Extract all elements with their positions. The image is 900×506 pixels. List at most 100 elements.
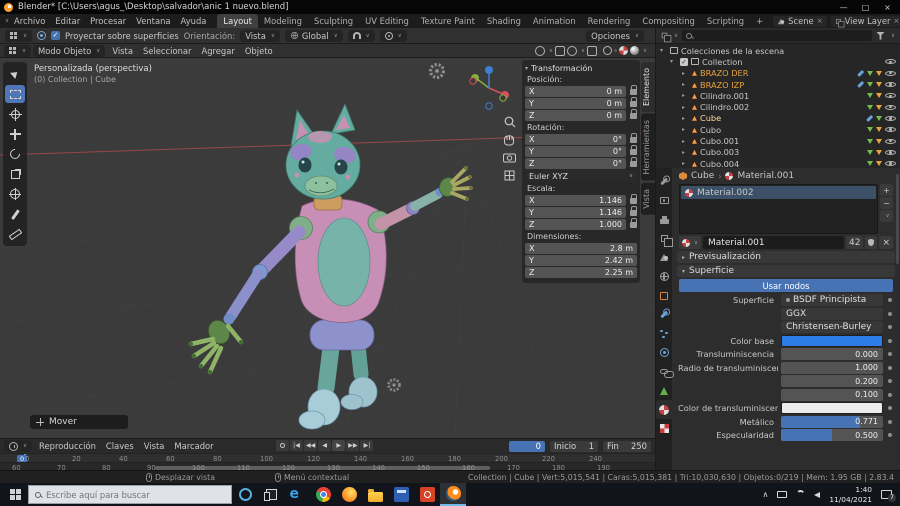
rotation-y-field[interactable]: Y 0° bbox=[525, 146, 626, 157]
animate-dot[interactable] bbox=[886, 325, 894, 329]
navigation-gizmo[interactable] bbox=[469, 66, 509, 110]
object-name[interactable]: Cubo.001 bbox=[700, 136, 739, 146]
subsurface-radius-g-field[interactable]: 0.200 bbox=[781, 375, 883, 388]
outliner-root-row[interactable]: ▾ Colecciones de la escena bbox=[656, 45, 900, 56]
lock-icon[interactable] bbox=[630, 109, 637, 119]
shading-material-button[interactable] bbox=[618, 46, 628, 55]
frame-start-field[interactable]: Inicio 1 bbox=[550, 440, 598, 452]
disclosure-triangle-icon[interactable]: ▸ bbox=[682, 149, 689, 156]
outliner-object-row[interactable]: ▸ ▲ Cubo.004 bbox=[656, 158, 900, 168]
visibility-eye-icon[interactable] bbox=[885, 57, 896, 67]
visibility-eye-icon[interactable] bbox=[885, 91, 896, 101]
tab-material[interactable] bbox=[656, 400, 672, 419]
measure-tool-button[interactable] bbox=[5, 225, 25, 243]
tab-modifiers[interactable] bbox=[656, 305, 672, 324]
topbar-menu-item[interactable]: Ayuda bbox=[176, 16, 212, 26]
shading-wireframe-button[interactable] bbox=[602, 46, 612, 55]
file-explorer-button[interactable] bbox=[362, 483, 388, 506]
material-slot-list[interactable]: Material.002 bbox=[679, 184, 878, 234]
metallic-slider[interactable]: 0.771 bbox=[781, 415, 883, 428]
topbar-menu-item[interactable]: Procesar bbox=[85, 16, 131, 26]
animate-dot[interactable] bbox=[886, 312, 894, 316]
subsurface-radius-b-field[interactable]: 0.100 bbox=[781, 388, 883, 401]
scale-x-field[interactable]: X 1.146 bbox=[525, 195, 626, 206]
disclosure-triangle-icon[interactable]: ▸ bbox=[682, 138, 689, 145]
blender-app-button[interactable] bbox=[440, 483, 466, 506]
lock-icon[interactable] bbox=[630, 133, 637, 143]
active-tool-hint[interactable]: Mover bbox=[30, 415, 128, 429]
jump-to-end-button[interactable]: ▶| bbox=[360, 440, 374, 451]
play-button[interactable]: ▶ bbox=[332, 440, 346, 451]
sidebar-tab-elemento[interactable]: Elemento bbox=[641, 62, 655, 113]
base-color-swatch[interactable] bbox=[781, 334, 883, 347]
gear-object-top[interactable] bbox=[429, 63, 445, 79]
perspective-toggle-gizmo[interactable] bbox=[504, 170, 515, 181]
timeline-menu-item[interactable]: Vista bbox=[139, 441, 170, 451]
show-gizmo-icon[interactable] bbox=[554, 45, 565, 56]
select-tweak-tool-button[interactable] bbox=[5, 65, 25, 83]
auto-keyframe-button[interactable] bbox=[276, 440, 289, 451]
filter-funnel-icon[interactable] bbox=[875, 31, 885, 40]
subsurface-method-dropdown[interactable]: Christensen-Burley bbox=[781, 321, 883, 334]
subsurface-slider[interactable]: 0.000 bbox=[781, 348, 883, 361]
maximize-button[interactable]: □ bbox=[857, 3, 874, 12]
editor-type-button[interactable]: ∨ bbox=[4, 44, 32, 57]
shading-solid-button[interactable] bbox=[613, 49, 617, 52]
cortana-button[interactable] bbox=[232, 483, 258, 506]
frame-end-field[interactable]: Fin 250 bbox=[603, 440, 651, 452]
current-frame-field[interactable]: 0 bbox=[509, 440, 545, 452]
taskbar-clock[interactable]: 1:40 11/04/2021 bbox=[829, 485, 872, 504]
volume-tray-icon[interactable] bbox=[814, 491, 821, 498]
subsurface-radius-r-field[interactable]: 1.000 bbox=[781, 361, 883, 374]
outliner-collection-row[interactable]: ▾ ✓ Collection bbox=[656, 56, 900, 67]
sidebar-tab-vista[interactable]: Vista bbox=[641, 182, 655, 215]
previous-keyframe-button[interactable]: ◀◀ bbox=[304, 440, 318, 451]
workspace-tab-scripting[interactable]: Scripting bbox=[701, 14, 750, 28]
snap-target-icon[interactable] bbox=[37, 31, 47, 40]
timeline-menu-item[interactable]: Reproducción bbox=[34, 441, 101, 451]
workspace-tab-animation[interactable]: Animation bbox=[527, 14, 582, 28]
subsurface-color-swatch[interactable] bbox=[781, 402, 883, 415]
transform-panel-header[interactable]: ▾ Transformación bbox=[525, 62, 637, 74]
transform-orientation-dropdown[interactable]: Global ∨ bbox=[284, 29, 343, 42]
scale-tool-button[interactable] bbox=[5, 165, 25, 183]
visibility-eye-icon[interactable] bbox=[885, 159, 896, 168]
visibility-eye-icon[interactable] bbox=[885, 113, 896, 123]
animate-dot[interactable] bbox=[886, 339, 894, 343]
select-box-tool-button[interactable] bbox=[5, 85, 25, 103]
visibility-eye-icon[interactable] bbox=[885, 136, 896, 146]
outliner-object-row[interactable]: ▸ ▲ Cilindro.002 bbox=[656, 101, 900, 112]
play-reverse-button[interactable]: ◀ bbox=[318, 440, 332, 451]
tab-active-tool[interactable] bbox=[656, 172, 672, 191]
network-tray-icon[interactable] bbox=[796, 490, 806, 495]
taskbar-search[interactable] bbox=[28, 485, 232, 504]
scrollbar[interactable] bbox=[895, 174, 899, 264]
disclosure-triangle-icon[interactable]: ▸ bbox=[682, 115, 689, 122]
workspace-tab-sculpting[interactable]: Sculpting bbox=[308, 14, 359, 28]
animate-dot[interactable] bbox=[886, 298, 894, 302]
tab-scene[interactable] bbox=[656, 248, 672, 267]
tab-view-layer[interactable] bbox=[656, 229, 673, 248]
outliner-object-row[interactable]: ▸ ▲ BRAZO IZP bbox=[656, 79, 900, 90]
position-z-field[interactable]: Z0 m bbox=[525, 110, 626, 121]
project-onto-surfaces-checkbox[interactable]: ✓ bbox=[51, 31, 61, 40]
browse-material-button[interactable]: ∨ bbox=[679, 236, 702, 249]
object-type-visibility-icon[interactable] bbox=[534, 45, 545, 56]
lock-icon[interactable] bbox=[630, 206, 637, 216]
blue-app-button[interactable] bbox=[388, 483, 414, 506]
outliner-object-row[interactable]: ▸ ▲ Cubo.001 bbox=[656, 135, 900, 146]
topbar-menu-item[interactable]: Archivo bbox=[9, 16, 50, 26]
collection-checkbox[interactable]: ✓ bbox=[680, 57, 688, 66]
visibility-eye-icon[interactable] bbox=[885, 80, 896, 90]
red-app-button[interactable] bbox=[414, 483, 440, 506]
visibility-eye-icon[interactable] bbox=[885, 125, 896, 135]
object-name[interactable]: BRAZO DER bbox=[700, 68, 748, 78]
object-name[interactable]: BRAZO IZP bbox=[700, 80, 744, 90]
search-input[interactable] bbox=[46, 489, 206, 500]
remove-material-slot-button[interactable]: − bbox=[880, 197, 893, 209]
viewport-menu-item[interactable]: Vista bbox=[107, 46, 138, 56]
visibility-eye-icon[interactable] bbox=[885, 102, 896, 112]
animate-dot[interactable] bbox=[886, 420, 894, 424]
tab-particles[interactable] bbox=[656, 324, 672, 343]
outliner-display-mode-icon[interactable] bbox=[661, 32, 672, 43]
